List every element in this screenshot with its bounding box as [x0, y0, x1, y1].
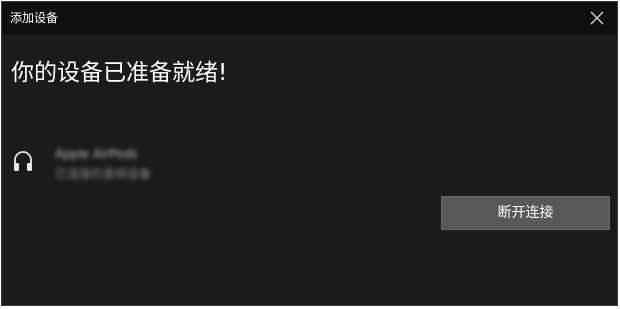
- device-name: Apple AirPods: [55, 147, 138, 161]
- device-status: 已连接的音频设备: [55, 167, 152, 181]
- page-heading: 你的设备已准备就绪!: [11, 60, 228, 86]
- headphones-icon: [12, 149, 34, 173]
- close-button[interactable]: [589, 10, 605, 26]
- disconnect-button[interactable]: 断开连接: [441, 196, 610, 230]
- window-title: 添加设备: [10, 11, 59, 25]
- close-icon: [590, 11, 604, 25]
- add-device-dialog: 添加设备 你的设备已准备就绪! Apple AirPods 已连接的音频设备 断…: [1, 1, 618, 306]
- title-bar: 添加设备: [2, 2, 617, 34]
